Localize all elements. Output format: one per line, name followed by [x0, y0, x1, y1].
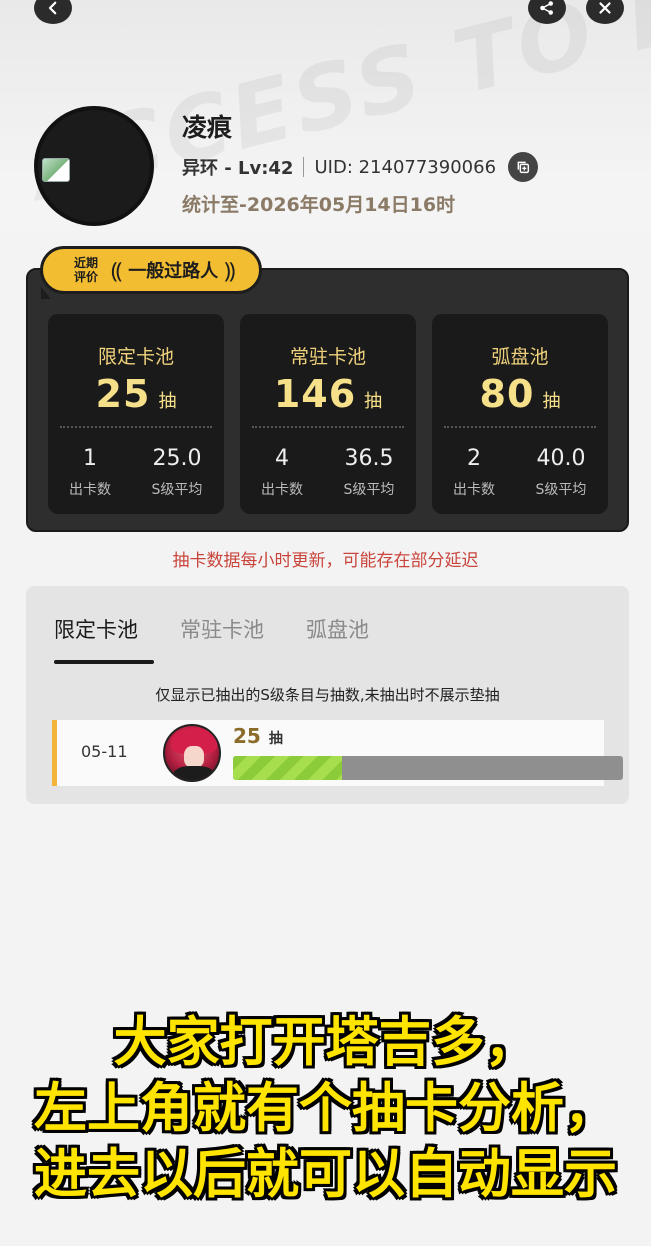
avg-label: S级平均 [151, 482, 203, 498]
avg-label: S级平均 [535, 482, 587, 498]
pool-card-limited: 限定卡池 25 抽 1 出卡数 25.0 S级平均 [48, 314, 224, 514]
avatar-coat [173, 766, 215, 780]
avg-stat: 36.5 S级平均 [336, 446, 402, 499]
avg-stat: 25.0 S级平均 [144, 446, 210, 499]
avatar-face [184, 746, 204, 768]
pool-count-value: 146 [273, 372, 357, 416]
pool-count-value: 25 [95, 372, 151, 416]
avg-value: 40.0 [536, 446, 586, 471]
laurel-icon: ⸨ [111, 259, 123, 284]
player-uid: UID: 214077390066 [314, 156, 497, 178]
pool-draw-count: 25 抽 [48, 372, 224, 416]
pool-name: 常驻卡池 [289, 346, 366, 368]
copy-uid-button[interactable] [508, 152, 539, 182]
pool-count-unit: 抽 [542, 391, 561, 412]
tab-arc[interactable]: 弧盘池 [306, 614, 369, 644]
pool-count-unit: 抽 [364, 391, 383, 412]
laurel-icon: ⸩ [224, 259, 236, 284]
cards-stat: 1 出卡数 [64, 446, 116, 499]
cards-label: 出卡数 [261, 482, 303, 498]
record-date: 05-11 [81, 742, 128, 761]
dotted-divider [60, 426, 212, 428]
progress-bar [233, 756, 623, 780]
share-icon [540, 1, 553, 15]
game-level: 异环 - Lv:42 [182, 158, 294, 179]
pool-name: 限定卡池 [97, 346, 174, 368]
avg-value: 36.5 [344, 446, 394, 471]
avg-label: S级平均 [343, 482, 395, 498]
video-subtitle: 大家打开塔吉多， 左上角就有个抽卡分析， 进去以后就可以自动显示 [0, 1010, 651, 1208]
cards-value: 1 [83, 446, 97, 471]
history-panel: 限定卡池 常驻卡池 弧盘池 仅显示已抽出的S级条目与抽数,未抽出时不展示垫抽 0… [26, 586, 629, 804]
pool-card-arc: 弧盘池 80 抽 2 出卡数 40.0 S级平均 [432, 314, 608, 514]
player-name: 凌痕 [182, 113, 233, 142]
pool-name: 弧盘池 [491, 346, 549, 368]
subtitle-line: 左上角就有个抽卡分析， [34, 1078, 617, 1139]
tab-limited[interactable]: 限定卡池 [54, 614, 154, 664]
cards-label: 出卡数 [69, 482, 111, 498]
stats-panel: 限定卡池 25 抽 1 出卡数 25.0 S级平均 常驻卡池 146 抽 4 出卡数 36… [26, 268, 629, 532]
close-icon [599, 2, 611, 14]
subtitle-line: 大家打开塔吉多， [113, 1012, 538, 1073]
rating-label-line1: 近期 [73, 256, 98, 270]
pool-card-standard: 常驻卡池 146 抽 4 出卡数 36.5 S级平均 [240, 314, 416, 514]
cards-label: 出卡数 [453, 482, 495, 498]
pool-draw-count: 80 抽 [432, 372, 608, 416]
rating-value: 一般过路人 [128, 261, 219, 282]
subtitle-line: 进去以后就可以自动显示 [34, 1144, 617, 1205]
avatar[interactable] [34, 106, 154, 226]
record-count: 25 抽 [233, 724, 283, 748]
pool-count-unit: 抽 [158, 391, 177, 412]
tab-standard[interactable]: 常驻卡池 [180, 614, 264, 644]
dotted-divider [252, 426, 404, 428]
avg-stat: 40.0 S级平均 [528, 446, 594, 499]
cards-value: 4 [275, 446, 289, 471]
list-item[interactable]: 05-11 25 抽 [52, 720, 623, 786]
avg-value: 25.0 [152, 446, 202, 471]
pool-draw-count: 146 抽 [240, 372, 416, 416]
badge-tail [41, 287, 51, 299]
meta-divider [303, 157, 305, 177]
dotted-divider [444, 426, 596, 428]
rating-label-line2: 评价 [73, 270, 98, 284]
cards-stat: 4 出卡数 [256, 446, 308, 499]
copy-icon [517, 161, 530, 174]
pool-count-value: 80 [479, 372, 535, 416]
update-notice: 抽卡数据每小时更新，可能存在部分延迟 [172, 551, 479, 571]
filter-note: 仅显示已抽出的S级条目与抽数,未抽出时不展示垫抽 [155, 686, 500, 704]
pool-tabs: 限定卡池 常驻卡池 弧盘池 [54, 614, 411, 664]
stat-date: 统计至-2026年05月14日16时 [182, 194, 456, 216]
cards-stat: 2 出卡数 [448, 446, 500, 499]
broken-image-icon [42, 158, 70, 182]
character-avatar [163, 724, 221, 782]
record-count-unit: 抽 [268, 731, 283, 747]
back-icon [48, 1, 57, 15]
cards-value: 2 [467, 446, 481, 471]
record-count-value: 25 [233, 724, 261, 748]
rating-label: 近期 评价 [71, 256, 101, 284]
player-meta: 异环 - Lv:42 UID: 214077390066 [182, 152, 539, 182]
rating-badge: 近期 评价 ⸨ 一般过路人 ⸩ [40, 246, 263, 299]
progress-fill [233, 756, 343, 780]
